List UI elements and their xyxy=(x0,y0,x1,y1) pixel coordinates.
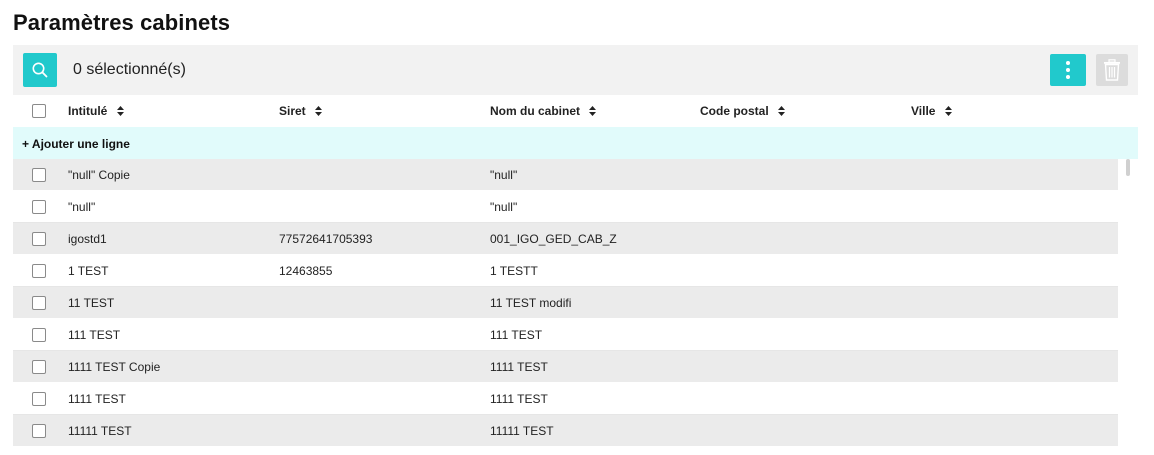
trash-icon xyxy=(1104,59,1120,81)
cell-siret: 77572641705393 xyxy=(279,232,373,246)
cell-nom-cabinet: 1111 TEST xyxy=(490,360,548,374)
cell-nom-cabinet: 11111 TEST xyxy=(490,424,554,438)
search-button[interactable] xyxy=(23,53,57,87)
cell-intitule: "null" xyxy=(68,200,96,214)
row-checkbox[interactable] xyxy=(32,392,46,406)
table-row[interactable]: "null" Copie "null" xyxy=(13,159,1118,191)
cell-intitule: igostd1 xyxy=(68,232,107,246)
column-header-intitule[interactable]: Intitulé xyxy=(68,104,124,118)
more-actions-button[interactable] xyxy=(1050,54,1086,86)
row-checkbox[interactable] xyxy=(32,360,46,374)
cell-intitule: "null" Copie xyxy=(68,168,130,182)
add-row-button[interactable]: + Ajouter une ligne xyxy=(13,127,1138,159)
sort-icon xyxy=(315,106,323,116)
cell-nom-cabinet: 001_IGO_GED_CAB_Z xyxy=(490,232,617,246)
page-title: Paramètres cabinets xyxy=(13,10,231,35)
cell-nom-cabinet: 111 TEST xyxy=(490,328,543,342)
sort-icon xyxy=(944,106,952,116)
cell-intitule: 111 TEST xyxy=(68,328,121,342)
add-row-label: + Ajouter une ligne xyxy=(22,137,130,151)
select-all-checkbox[interactable] xyxy=(32,104,46,118)
sort-icon xyxy=(116,106,124,116)
row-checkbox[interactable] xyxy=(32,200,46,214)
table-row[interactable]: 111 TEST 111 TEST xyxy=(13,319,1118,351)
search-icon xyxy=(32,62,48,78)
column-header-label: Siret xyxy=(279,104,306,118)
sort-icon xyxy=(589,106,597,116)
table-row[interactable]: 11 TEST 11 TEST modifi xyxy=(13,287,1118,319)
table-row[interactable]: 11111 TEST 11111 TEST xyxy=(13,415,1118,447)
cell-nom-cabinet: "null" xyxy=(490,168,518,182)
row-checkbox[interactable] xyxy=(32,328,46,342)
column-header-nom-cabinet[interactable]: Nom du cabinet xyxy=(490,104,597,118)
cell-siret: 12463855 xyxy=(279,264,333,278)
table-row[interactable]: 1111 TEST Copie 1111 TEST xyxy=(13,351,1118,383)
table-header: Intitulé Siret Nom du cabinet Code posta… xyxy=(13,95,1138,127)
column-header-ville[interactable]: Ville xyxy=(911,104,952,118)
table-row[interactable]: igostd1 77572641705393 001_IGO_GED_CAB_Z xyxy=(13,223,1118,255)
more-vertical-icon xyxy=(1066,61,1070,79)
row-checkbox[interactable] xyxy=(32,168,46,182)
cell-intitule: 1111 TEST xyxy=(68,392,126,406)
row-checkbox[interactable] xyxy=(32,424,46,438)
column-header-code-postal[interactable]: Code postal xyxy=(700,104,786,118)
column-header-label: Nom du cabinet xyxy=(490,104,581,118)
cell-nom-cabinet: "null" xyxy=(490,200,518,214)
column-header-label: Code postal xyxy=(700,104,769,118)
cell-intitule: 11 TEST xyxy=(68,296,115,310)
table-body: "null" Copie "null" "null" "null" igostd… xyxy=(13,159,1118,447)
sort-icon xyxy=(778,106,786,116)
table-toolbar: 0 sélectionné(s) xyxy=(13,45,1138,95)
table-row[interactable]: 1111 TEST 1111 TEST xyxy=(13,383,1118,415)
column-header-label: Intitulé xyxy=(68,104,108,118)
column-header-label: Ville xyxy=(911,104,936,118)
column-header-siret[interactable]: Siret xyxy=(279,104,323,118)
row-checkbox[interactable] xyxy=(32,296,46,310)
cell-intitule: 1111 TEST Copie xyxy=(68,360,161,374)
table-row[interactable]: "null" "null" xyxy=(13,191,1118,223)
cell-nom-cabinet: 1 TESTT xyxy=(490,264,538,278)
cell-nom-cabinet: 11 TEST modifi xyxy=(490,296,572,310)
row-checkbox[interactable] xyxy=(32,264,46,278)
selection-count: 0 sélectionné(s) xyxy=(73,61,186,78)
cell-intitule: 11111 TEST xyxy=(68,424,132,438)
scrollbar[interactable] xyxy=(1126,159,1130,176)
delete-button[interactable] xyxy=(1096,54,1128,86)
row-checkbox[interactable] xyxy=(32,232,46,246)
cell-nom-cabinet: 1111 TEST xyxy=(490,392,548,406)
table-row[interactable]: 1 TEST 12463855 1 TESTT xyxy=(13,255,1118,287)
cell-intitule: 1 TEST xyxy=(68,264,109,278)
